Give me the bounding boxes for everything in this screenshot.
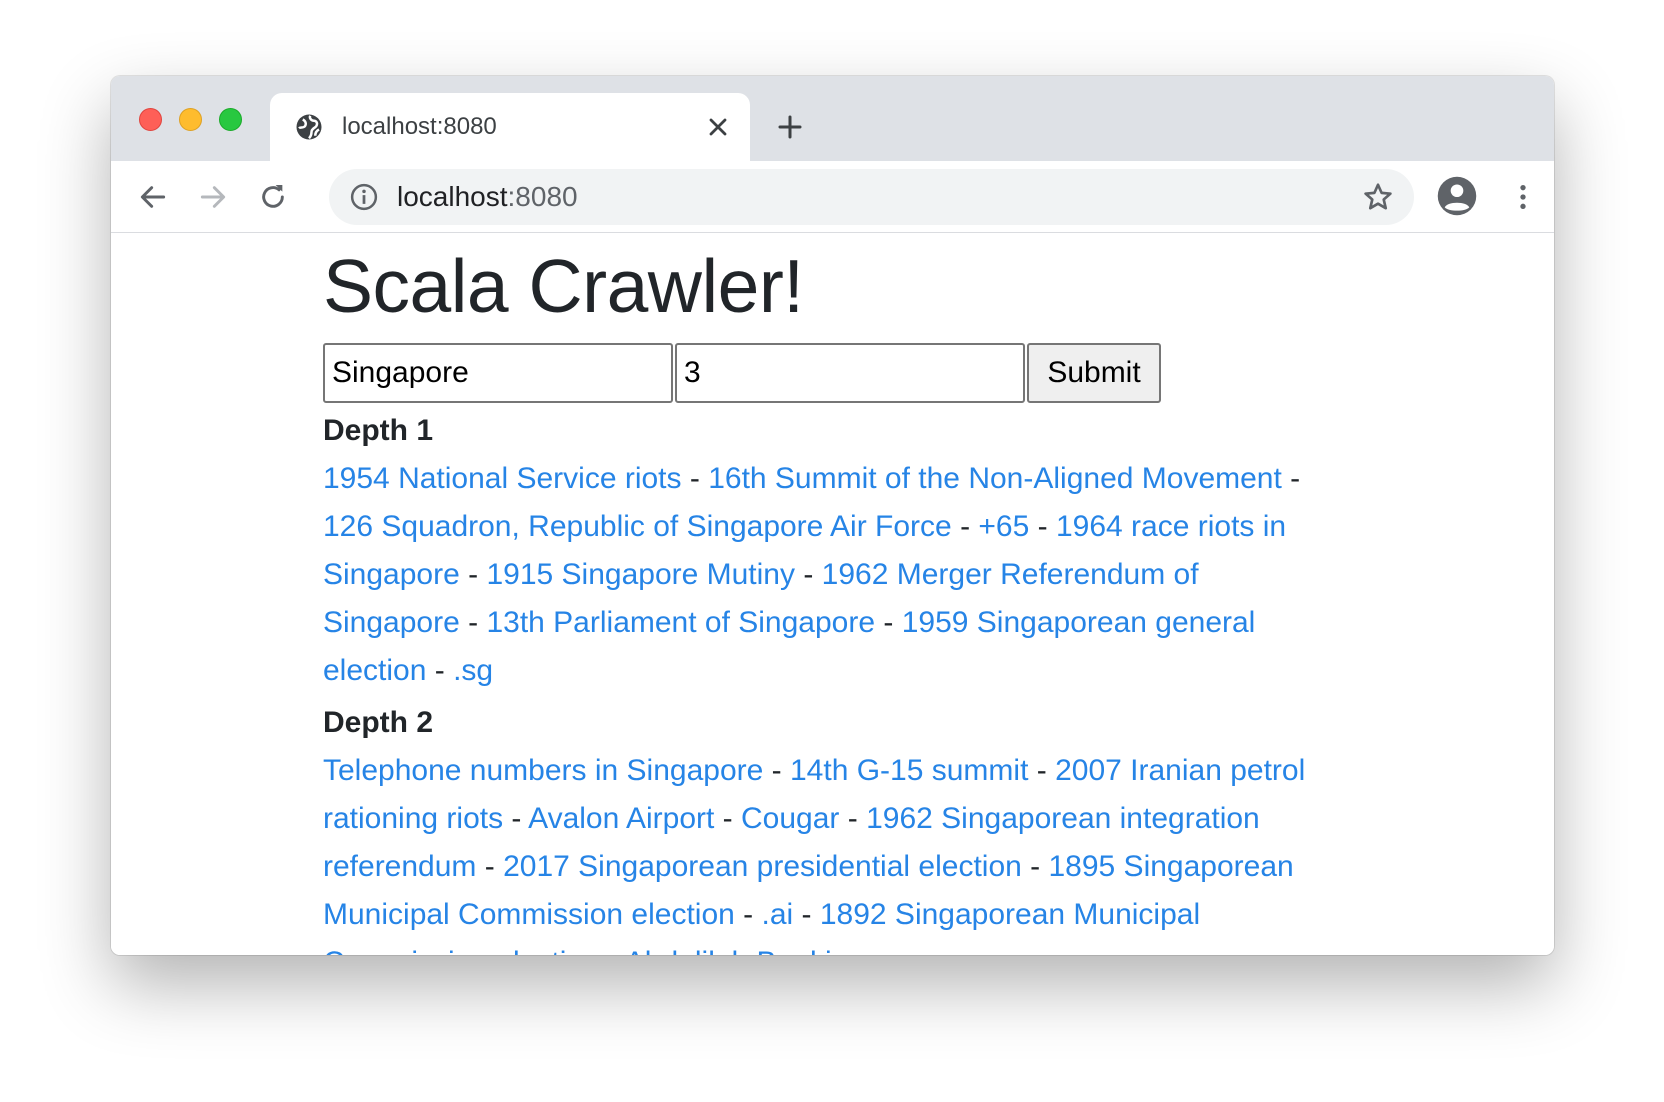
globe-icon	[296, 114, 322, 140]
result-link[interactable]: 126 Squadron, Republic of Singapore Air …	[323, 510, 952, 543]
result-link[interactable]: 16th Summit of the Non-Aligned Movement	[708, 462, 1282, 495]
result-link[interactable]: Abdelilah Benkirane	[625, 946, 892, 955]
zoom-window-button[interactable]	[219, 108, 242, 131]
link-separator: -	[951, 510, 979, 543]
depth-input[interactable]	[675, 343, 1025, 403]
account-icon[interactable]	[1436, 175, 1478, 217]
submit-button[interactable]: Submit	[1027, 343, 1161, 403]
crawl-form: Submit	[323, 343, 1323, 403]
link-separator: -	[681, 462, 709, 495]
link-separator: -	[793, 898, 820, 931]
url-host: localhost	[397, 181, 508, 212]
address-bar[interactable]: localhost:8080	[329, 169, 1414, 225]
tab-title: localhost:8080	[342, 113, 497, 140]
forward-arrow-icon[interactable]	[197, 181, 229, 213]
link-separator: -	[714, 802, 742, 835]
back-arrow-icon[interactable]	[137, 181, 169, 213]
link-separator: -	[1281, 462, 1301, 495]
result-link[interactable]: Cougar	[741, 802, 839, 835]
info-icon[interactable]	[349, 182, 379, 212]
link-separator: -	[1021, 850, 1049, 883]
result-link[interactable]: .ai	[762, 898, 794, 931]
result-link[interactable]: .sg	[453, 654, 493, 687]
address-url: localhost:8080	[397, 181, 578, 213]
tab-localhost[interactable]: localhost:8080	[270, 93, 750, 161]
link-separator: -	[503, 802, 529, 835]
link-separator: -	[795, 558, 822, 591]
tab-strip: localhost:8080	[111, 76, 1554, 161]
screenshot-stage: localhost:8080 localhost:8080 Scala Craw…	[0, 0, 1664, 1102]
browser-window: localhost:8080 localhost:8080 Scala Craw…	[111, 76, 1554, 955]
link-separator: -	[734, 898, 762, 931]
result-link[interactable]: 1954 National Service riots	[323, 462, 682, 495]
results: Depth 1 1954 National Service riots - 16t…	[323, 411, 1323, 955]
link-separator: -	[875, 606, 902, 639]
link-separator: -	[426, 654, 454, 687]
link-separator: -	[459, 558, 487, 591]
link-separator: -	[459, 606, 487, 639]
result-link[interactable]: Avalon Airport	[528, 802, 714, 835]
depth-link-list: 1954 National Service riots - 16th Summi…	[323, 455, 1323, 695]
result-link[interactable]: 1915 Singapore Mutiny	[486, 558, 795, 591]
link-separator: -	[476, 850, 504, 883]
url-port: :8080	[507, 181, 578, 212]
page-content: Scala Crawler! Submit Depth 1 1954 Nation…	[323, 233, 1323, 955]
depth-heading: Depth 1	[323, 414, 434, 447]
result-link[interactable]: Telephone numbers in Singapore	[323, 754, 763, 787]
depth-heading: Depth 2	[323, 706, 434, 739]
minimize-window-button[interactable]	[179, 108, 202, 131]
link-separator: -	[763, 754, 790, 787]
link-separator: -	[1028, 754, 1056, 787]
kebab-menu-icon[interactable]	[1507, 181, 1539, 213]
reload-icon[interactable]	[257, 181, 289, 213]
page-viewport[interactable]: Scala Crawler! Submit Depth 1 1954 Nation…	[111, 233, 1554, 955]
link-separator: -	[1029, 510, 1056, 543]
link-separator: -	[600, 946, 625, 955]
plus-icon[interactable]	[775, 112, 805, 142]
page-title: Scala Crawler!	[323, 244, 804, 328]
link-separator: -	[839, 802, 867, 835]
browser-toolbar: localhost:8080	[111, 161, 1554, 233]
close-icon[interactable]	[704, 113, 732, 141]
query-input[interactable]	[323, 343, 673, 403]
result-link[interactable]: +65	[978, 510, 1029, 543]
result-link[interactable]: 14th G-15 summit	[790, 754, 1028, 787]
close-window-button[interactable]	[139, 108, 162, 131]
result-link[interactable]: 13th Parliament of Singapore	[486, 606, 875, 639]
result-link[interactable]: 2017 Singaporean presidential election	[503, 850, 1022, 883]
star-icon[interactable]	[1362, 181, 1394, 213]
depth-link-list: Telephone numbers in Singapore - 14th G-…	[323, 747, 1323, 955]
